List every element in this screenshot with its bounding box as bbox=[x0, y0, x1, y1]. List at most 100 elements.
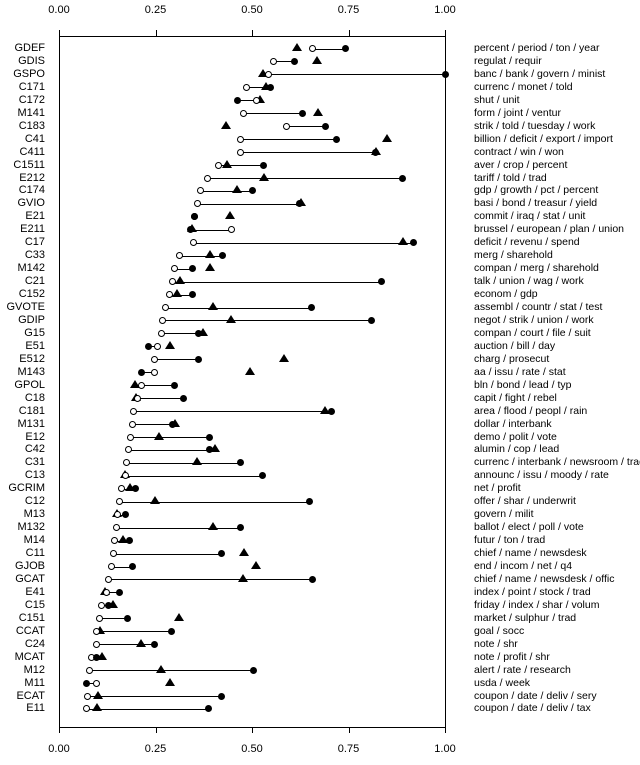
category-label: E21 bbox=[25, 210, 45, 223]
connector-line bbox=[125, 475, 263, 477]
triangle-marker bbox=[382, 133, 393, 142]
triangle-marker bbox=[208, 302, 219, 310]
description-label: tariff / told / trad bbox=[474, 171, 547, 184]
category-label: C152 bbox=[18, 288, 45, 301]
triangle-marker bbox=[225, 314, 236, 323]
category-label: C183 bbox=[18, 119, 45, 132]
filled-circle-marker bbox=[121, 511, 129, 519]
connector-line bbox=[268, 74, 445, 76]
axis-tick-label: 0.75 bbox=[337, 743, 360, 755]
axis-tick-label: 0.75 bbox=[337, 4, 360, 16]
filled-circle-marker bbox=[236, 524, 244, 532]
category-label: M12 bbox=[23, 663, 45, 676]
open-circle-marker bbox=[109, 550, 117, 558]
category-label: C42 bbox=[24, 443, 45, 456]
filled-circle-marker bbox=[206, 433, 214, 441]
open-circle-marker bbox=[176, 252, 184, 260]
open-circle-marker bbox=[194, 200, 202, 208]
category-label: GSPO bbox=[13, 67, 45, 80]
open-circle-marker bbox=[214, 161, 222, 169]
description-label: aa / issu / rate / stat bbox=[474, 365, 566, 378]
category-label: G15 bbox=[24, 326, 45, 339]
filled-circle-marker bbox=[189, 291, 197, 299]
category-label: ECAT bbox=[16, 689, 45, 702]
filled-circle-marker bbox=[290, 57, 298, 65]
category-label: GJOB bbox=[15, 560, 45, 572]
category-label: M14 bbox=[23, 534, 45, 547]
category-label: E51 bbox=[25, 339, 45, 352]
description-label: percent / period / ton / year bbox=[474, 42, 600, 54]
axis-tick-label: 0.50 bbox=[241, 4, 263, 16]
open-circle-marker bbox=[157, 329, 165, 337]
triangle-marker bbox=[149, 496, 160, 505]
category-label: GDIS bbox=[18, 54, 45, 67]
category-label: E41 bbox=[25, 585, 45, 598]
category-label: C33 bbox=[24, 249, 45, 262]
open-circle-marker bbox=[93, 679, 101, 687]
description-label: contract / win / won bbox=[474, 145, 564, 158]
connector-line bbox=[207, 178, 403, 179]
category-label: GPOL bbox=[14, 378, 45, 391]
chart-root: 0.00 0.25 0.50 0.75 1.00 0.00 0.25 0.50 0.75 1.0… bbox=[0, 0, 640, 765]
triangle-marker bbox=[278, 353, 289, 362]
description-label: deficit / revenu / spend bbox=[474, 236, 580, 249]
description-label: announc / issu / moody / rate bbox=[474, 469, 609, 482]
triangle-marker bbox=[165, 677, 176, 686]
filled-circle-marker bbox=[180, 394, 188, 402]
description-label: commit / iraq / stat / unit bbox=[474, 210, 586, 223]
description-label: currenc / interbank / newsroom / trad bbox=[474, 456, 640, 469]
connector-line bbox=[86, 708, 209, 710]
description-label: net / profit bbox=[474, 482, 521, 495]
description-label: banc / bank / govern / minist bbox=[474, 67, 606, 80]
filled-circle-marker bbox=[306, 498, 314, 506]
filled-circle-marker bbox=[126, 537, 134, 545]
open-circle-marker bbox=[204, 174, 212, 182]
open-circle-marker bbox=[270, 57, 278, 65]
open-circle-marker bbox=[189, 239, 197, 247]
description-label: goal / socc bbox=[474, 624, 525, 637]
category-label: C174 bbox=[18, 184, 45, 197]
filled-circle-marker bbox=[104, 601, 112, 609]
triangle-marker bbox=[208, 522, 219, 531]
filled-circle-marker bbox=[250, 666, 258, 674]
category-label: E12 bbox=[25, 430, 45, 443]
connector-line bbox=[179, 255, 223, 257]
connector-line bbox=[161, 333, 199, 335]
description-label: usda / week bbox=[474, 676, 531, 689]
filled-circle-marker bbox=[93, 653, 101, 661]
filled-circle-marker bbox=[307, 304, 315, 311]
description-label: futur / ton / trad bbox=[474, 534, 546, 547]
open-circle-marker bbox=[165, 291, 173, 299]
filled-circle-marker bbox=[260, 161, 268, 169]
open-circle-marker bbox=[240, 109, 247, 117]
connector-line bbox=[119, 501, 310, 503]
triangle-marker bbox=[173, 612, 184, 621]
connector-line bbox=[286, 126, 326, 128]
open-circle-marker bbox=[102, 588, 110, 596]
category-label: C15 bbox=[24, 598, 45, 611]
connector-line bbox=[133, 411, 332, 413]
connector-line bbox=[243, 113, 303, 115]
triangle-marker bbox=[153, 431, 164, 440]
connector-line bbox=[165, 307, 312, 309]
category-label: M11 bbox=[24, 676, 45, 689]
filled-circle-marker bbox=[171, 381, 179, 389]
category-label: C181 bbox=[18, 404, 45, 417]
category-label-column: GDEF GDIS GSPO C171 C172 M141 C183 C41 C411 C1511… bbox=[0, 0, 52, 765]
connector-line bbox=[113, 553, 222, 555]
connector-line bbox=[116, 527, 241, 529]
description-label: alumin / cop / lead bbox=[474, 443, 560, 456]
triangle-marker bbox=[164, 340, 175, 349]
filled-circle-marker bbox=[151, 640, 159, 648]
category-label: C17 bbox=[24, 236, 45, 249]
description-label: regulat / requir bbox=[474, 54, 542, 67]
triangle-marker bbox=[244, 366, 255, 375]
axis-tick-label: 0.50 bbox=[241, 743, 263, 755]
filled-circle-marker bbox=[267, 83, 275, 91]
connector-line bbox=[240, 152, 376, 154]
triangle-marker bbox=[291, 43, 302, 51]
description-label: chief / name / newsdesk bbox=[474, 547, 587, 560]
description-label: dollar / interbank bbox=[474, 417, 552, 430]
plot-area bbox=[59, 36, 449, 713]
open-circle-marker bbox=[110, 537, 118, 545]
